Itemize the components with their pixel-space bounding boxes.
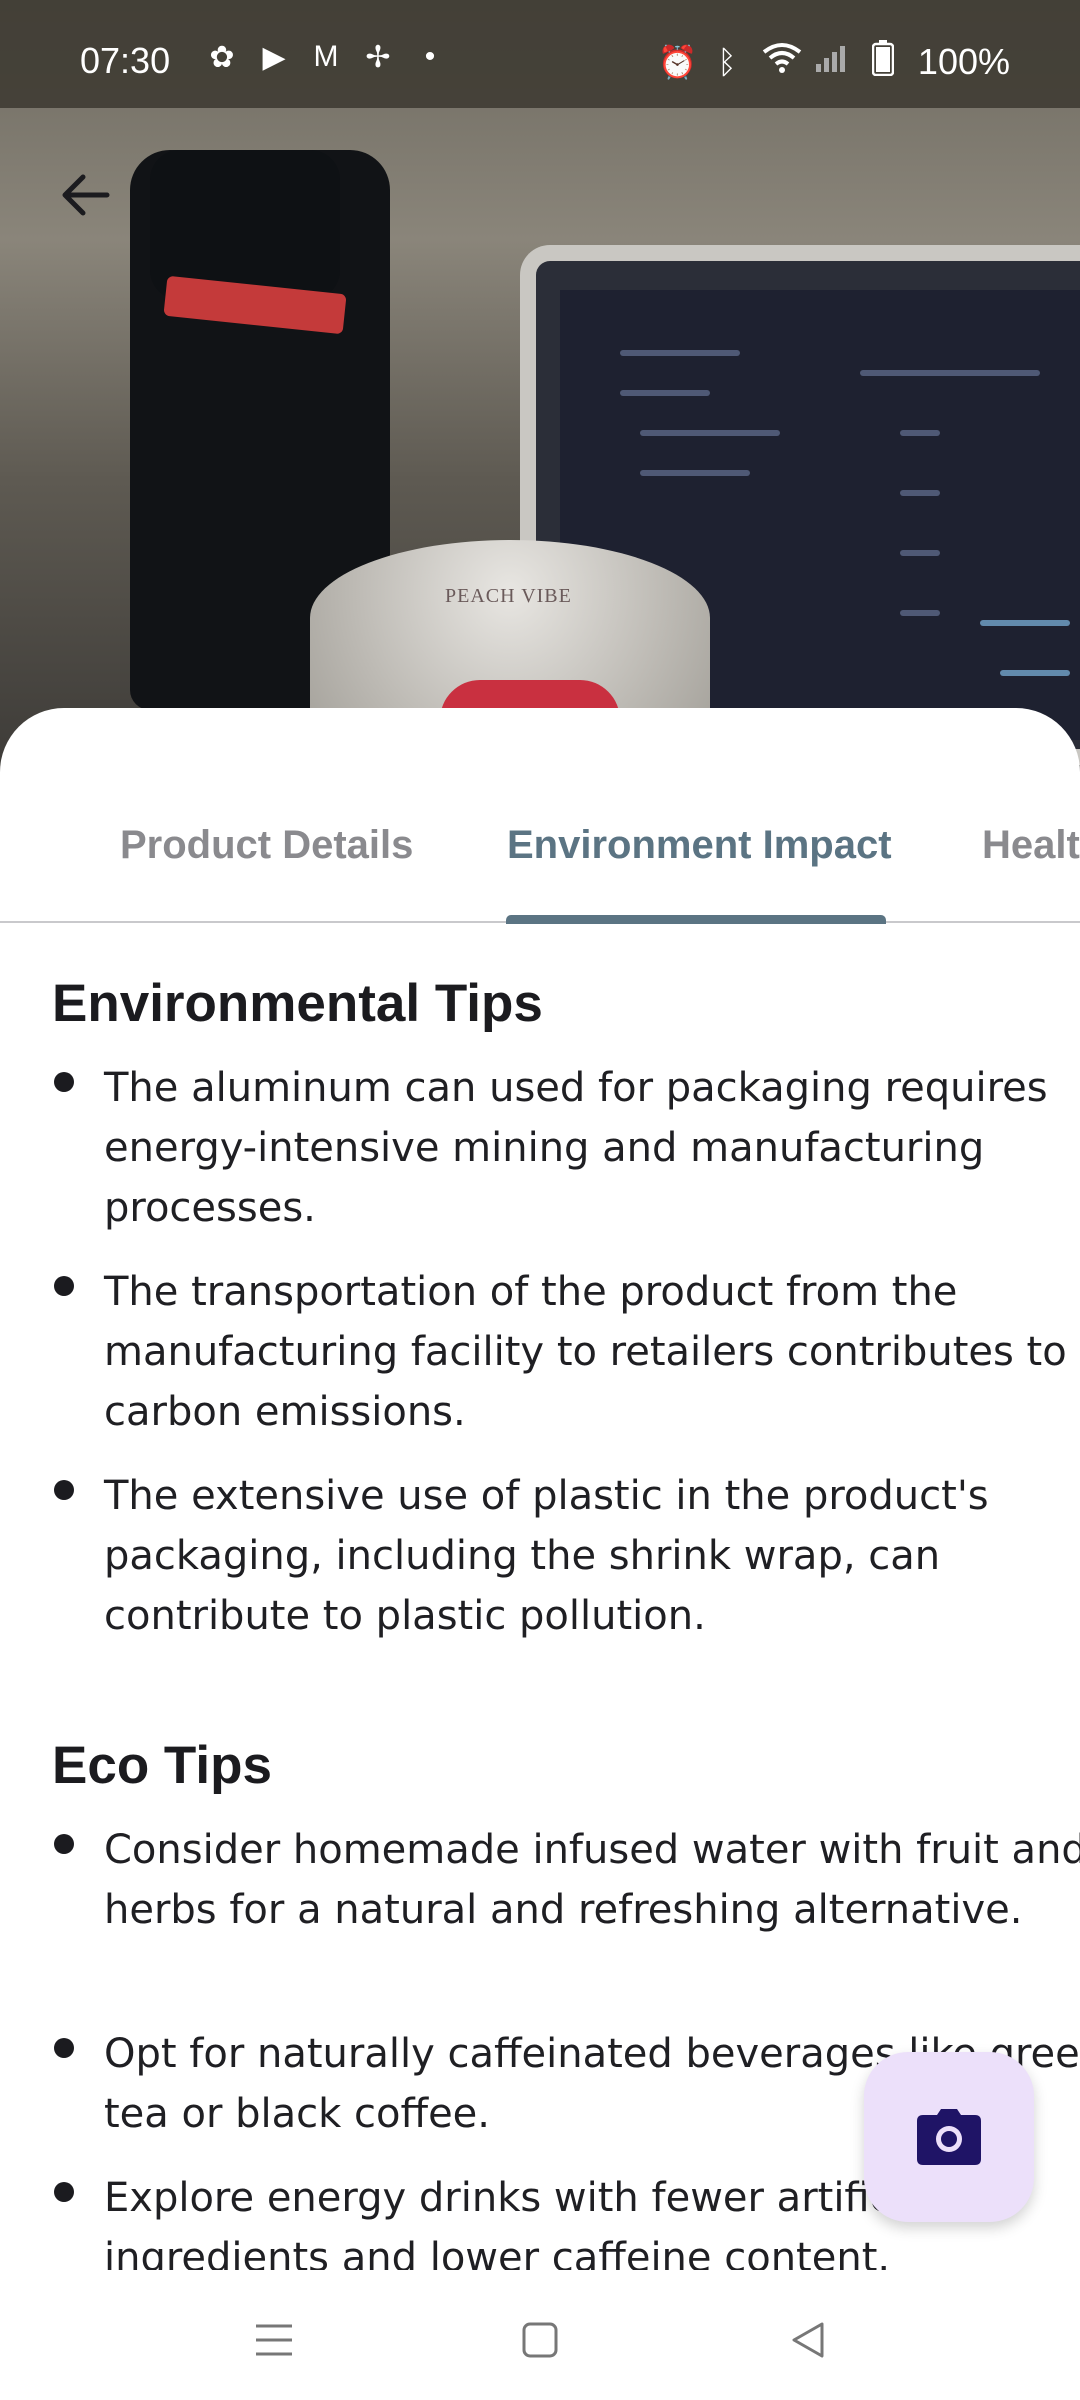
section-title-eco-tips: Eco Tips (52, 1736, 272, 1795)
status-bar: 07:30 ✿ ▶ M ✢ • ⏰ ᛒ 100% (0, 0, 1080, 108)
camera-button[interactable] (864, 2052, 1034, 2222)
menu-icon (256, 2324, 292, 2356)
product-photo: PEACH VIBE 07:30 ✿ ▶ M ✢ • ⏰ ᛒ 100% (0, 0, 1080, 800)
system-nav-bar (0, 2270, 1080, 2400)
gmail-icon: M (313, 40, 339, 73)
list-item: The transportation of the product from t… (52, 1262, 1080, 1442)
dot-icon: • (424, 40, 436, 73)
app-icon: ✿ (209, 41, 235, 74)
status-time: 07:30 (80, 40, 171, 81)
battery-percent: 100% (917, 41, 1010, 82)
camera-icon (917, 2109, 981, 2165)
signal-icon (814, 42, 848, 82)
bullet (54, 1480, 74, 1500)
alarm-icon: ⏰ (657, 44, 698, 80)
system-status: ⏰ ᛒ 100% (658, 40, 1010, 84)
bullet (54, 1072, 74, 1092)
pinwheel-icon: ✢ (365, 41, 391, 74)
tab-health[interactable]: Healt (982, 823, 1080, 868)
list-item: Consider homemade infused water with fru… (52, 1820, 1080, 1940)
tab-environment-impact[interactable]: Environment Impact (507, 823, 892, 868)
youtube-icon: ▶ (262, 41, 286, 74)
wifi-icon (762, 42, 802, 82)
tab-bar: Product Details Environment Impact Healt (0, 708, 1080, 924)
back-triangle-icon (792, 2322, 824, 2358)
recent-apps-button[interactable] (244, 2310, 304, 2370)
details-sheet: Product Details Environment Impact Healt… (0, 708, 1080, 2270)
bullet (54, 1834, 74, 1854)
bullet (54, 2038, 74, 2058)
home-square-icon (522, 2322, 558, 2358)
home-button[interactable] (510, 2310, 570, 2370)
bullet (54, 2182, 74, 2202)
notification-icons: ✿ ▶ M ✢ • (205, 40, 447, 74)
system-back-button[interactable] (778, 2310, 838, 2370)
arrow-left-icon (62, 174, 110, 216)
battery-icon (866, 40, 900, 84)
tab-product-details[interactable]: Product Details (120, 823, 413, 868)
list-item: The aluminum can used for packaging requ… (52, 1058, 1080, 1238)
bullet (54, 1276, 74, 1296)
can-label: PEACH VIBE (445, 585, 572, 607)
list-item: The extensive use of plastic in the prod… (52, 1466, 1080, 1646)
section-title-environmental-tips: Environmental Tips (52, 974, 543, 1033)
back-button[interactable] (40, 150, 130, 240)
bluetooth-icon: ᛒ (717, 43, 737, 80)
